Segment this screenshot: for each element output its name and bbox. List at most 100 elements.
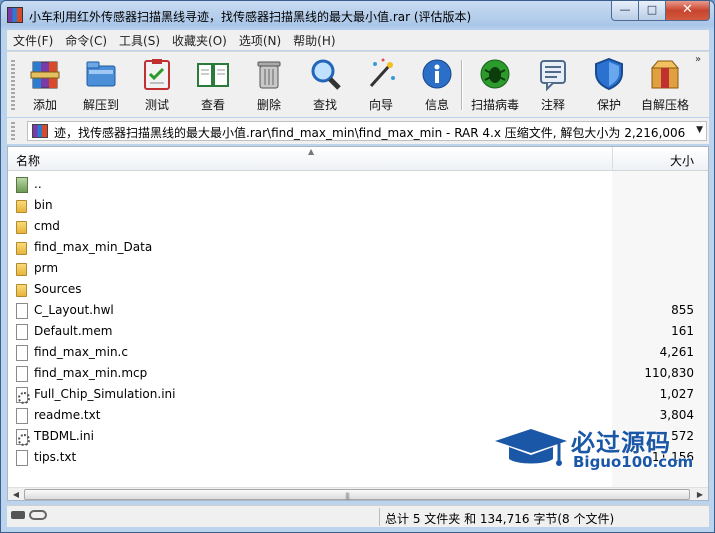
menu-file[interactable]: 文件(F) [7, 32, 59, 49]
file-row-data[interactable]: find_max_min_Data [8, 237, 708, 258]
view-label: 查看 [200, 98, 225, 112]
file-row-find-max-min-mcp[interactable]: find_max_min.mcp 110,830 [8, 363, 708, 384]
virus-scan-icon [480, 59, 510, 89]
test-button[interactable]: 测试 [131, 54, 183, 114]
address-path: 迹，找传感器扫描黑线的最大最小值.rar\find_max_min\find_m… [54, 126, 690, 140]
text-file-icon [16, 450, 28, 466]
column-size-header[interactable]: 大小 [670, 152, 694, 169]
extract-to-button[interactable]: 解压到 [75, 54, 127, 114]
file-name: prm [34, 261, 59, 275]
wizard-button[interactable]: 向导 [355, 54, 407, 114]
comment-button[interactable]: 注释 [527, 54, 579, 114]
menu-bar: 文件(F) 命令(C) 工具(S) 收藏夹(O) 选项(N) 帮助(H) [7, 30, 709, 50]
delete-button[interactable]: 删除 [243, 54, 295, 114]
address-dropdown-icon[interactable]: ▼ [696, 125, 703, 135]
file-name: find_max_min.c [34, 345, 128, 359]
drive-icon[interactable] [11, 511, 25, 519]
file-row-c-layout[interactable]: C_Layout.hwl 855 [8, 300, 708, 321]
text-file-icon [16, 408, 28, 424]
key-icon[interactable] [29, 510, 47, 520]
folder-icon [16, 221, 27, 234]
title-bar[interactable]: 小车利用红外传感器扫描黑线寻迹，找传感器扫描黑线的最大最小值.rar (评估版本… [1, 1, 714, 29]
find-button[interactable]: 查找 [299, 54, 351, 114]
shield-icon [595, 57, 623, 91]
status-bar: 总计 5 文件夹 和 134,716 字节(8 个文件) [7, 505, 709, 527]
column-name-header[interactable]: 名称 [16, 152, 40, 169]
info-button[interactable]: 信息 [411, 54, 463, 114]
scroll-left-arrow-icon[interactable]: ◀ [9, 489, 23, 500]
scroll-thumb[interactable]: ||| [24, 489, 690, 500]
minimize-button[interactable]: — [611, 1, 639, 21]
add-label: 添加 [32, 98, 57, 112]
magnifier-icon [311, 59, 341, 90]
sfx-box-icon [650, 60, 680, 89]
file-size: 4,261 [659, 345, 694, 359]
scan-virus-label: 扫描病毒 [470, 98, 519, 112]
file-row-prm[interactable]: prm [8, 258, 708, 279]
file-name: Full_Chip_Simulation.ini [34, 387, 176, 401]
horizontal-scrollbar[interactable]: ◀ ||| ▶ [8, 487, 708, 500]
file-name: C_Layout.hwl [34, 303, 114, 317]
file-row-default-mem[interactable]: Default.mem 161 [8, 321, 708, 342]
scroll-right-arrow-icon[interactable]: ▶ [693, 489, 707, 500]
close-button[interactable]: ✕ [665, 1, 710, 21]
toolbar-more-chevron-icon[interactable]: » [695, 54, 701, 65]
find-label: 查找 [312, 98, 337, 112]
file-name: TBDML.ini [34, 429, 94, 443]
test-label: 测试 [144, 98, 169, 112]
file-name: find_max_min_Data [34, 240, 153, 254]
address-combobox[interactable]: 迹，找传感器扫描黑线的最大最小值.rar\find_max_min\find_m… [27, 121, 707, 141]
info-label: 信息 [424, 98, 449, 112]
file-name: Default.mem [34, 324, 113, 338]
file-size: 161 [671, 324, 694, 338]
comment-label: 注释 [540, 98, 565, 112]
column-header: 名称 ▲ 大小 [8, 147, 708, 171]
toolbar: 添加 解压到 测试 查看 删除 查找 向导 信息 扫描病毒 注释 保护 自解压格… [7, 51, 709, 117]
file-name: Sources [34, 282, 82, 296]
menu-help[interactable]: 帮助(H) [287, 32, 341, 49]
menu-tools[interactable]: 工具(S) [113, 32, 166, 49]
wizard-label: 向导 [368, 98, 393, 112]
folder-icon [16, 284, 27, 297]
menu-options[interactable]: 选项(N) [233, 32, 287, 49]
watermark: 必过源码 Biguo100.com [493, 421, 703, 477]
file-row-parent[interactable]: .. [8, 174, 708, 195]
protect-button[interactable]: 保护 [583, 54, 635, 114]
file-row-bin[interactable]: bin [8, 195, 708, 216]
folder-icon [16, 242, 27, 255]
delete-label: 删除 [256, 98, 281, 112]
maximize-button[interactable]: □ [638, 1, 666, 21]
sort-ascending-icon: ▲ [308, 147, 315, 156]
extract-to-label: 解压到 [82, 98, 119, 112]
file-row-find-max-min-c[interactable]: find_max_min.c 4,261 [8, 342, 708, 363]
file-row-full-chip-ini[interactable]: Full_Chip_Simulation.ini 1,027 [8, 384, 708, 405]
add-button[interactable]: 添加 [19, 54, 71, 114]
file-row-sources[interactable]: Sources [8, 279, 708, 300]
status-summary: 总计 5 文件夹 和 134,716 字节(8 个文件) [385, 512, 615, 526]
folder-icon [16, 263, 27, 276]
file-size: 855 [671, 303, 694, 317]
address-grip[interactable] [11, 122, 15, 140]
file-size: 3,804 [659, 408, 694, 422]
sfx-button[interactable]: 自解压格 [639, 54, 691, 114]
menu-commands[interactable]: 命令(C) [59, 32, 113, 49]
parent-folder-icon [16, 177, 28, 193]
file-size: 1,027 [659, 387, 694, 401]
view-book-icon [197, 63, 229, 87]
toolbar-grip[interactable] [11, 60, 15, 110]
sfx-label: 自解压格 [640, 98, 689, 112]
view-button[interactable]: 查看 [187, 54, 239, 114]
settings-file-icon [16, 387, 30, 404]
winrar-app-icon[interactable] [7, 7, 23, 23]
column-divider[interactable] [612, 147, 613, 171]
info-icon [422, 59, 452, 89]
file-size: 110,830 [644, 366, 694, 380]
window-title: 小车利用红外传感器扫描黑线寻迹，找传感器扫描黑线的最大最小值.rar (评估版本… [29, 10, 472, 24]
protect-label: 保护 [596, 98, 621, 112]
document-icon [16, 324, 28, 340]
file-row-cmd[interactable]: cmd [8, 216, 708, 237]
menu-favorites[interactable]: 收藏夹(O) [166, 32, 233, 49]
scan-virus-button[interactable]: 扫描病毒 [469, 54, 521, 114]
test-clipboard-icon [144, 59, 170, 90]
folder-icon [16, 200, 27, 213]
